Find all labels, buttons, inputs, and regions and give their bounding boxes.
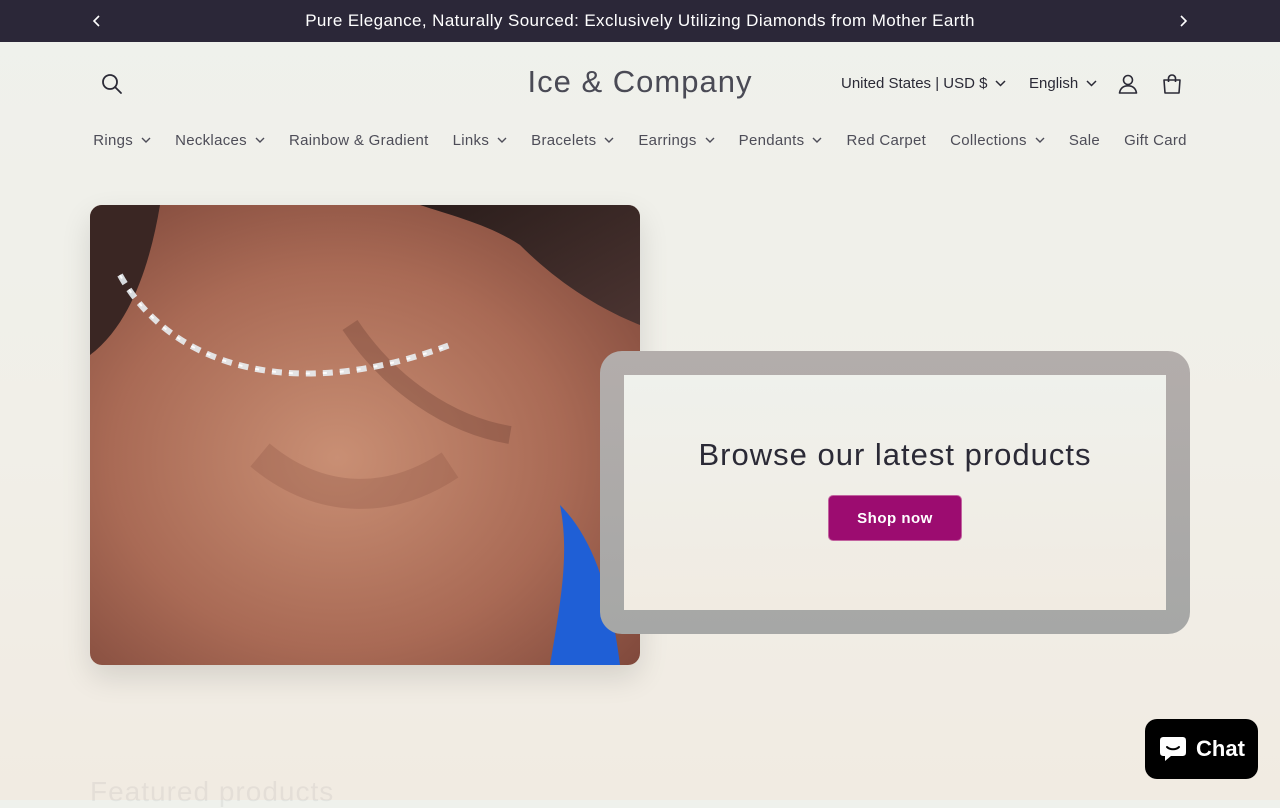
nav-item-label: Rainbow & Gradient [288, 131, 429, 149]
nav-item-necklaces[interactable]: Necklaces [175, 132, 265, 149]
country-selector[interactable]: United States | USD $ [841, 75, 1006, 92]
nav-item-label: Sale [1068, 131, 1101, 149]
store-logo[interactable]: Ice & Company [440, 64, 840, 100]
chevron-down-icon [812, 137, 822, 143]
bag-icon [1163, 74, 1181, 94]
chevron-down-icon [1035, 137, 1045, 143]
chevron-down-icon [995, 80, 1006, 87]
chevron-left-icon [92, 15, 100, 27]
shop-now-button[interactable]: Shop now [828, 495, 962, 541]
featured-products-heading: Featured products [90, 776, 335, 807]
nav-item-label: Pendants [738, 131, 805, 149]
nav-item-label: Rings [93, 131, 134, 149]
announcement-text: Pure Elegance, Naturally Sourced: Exclus… [305, 11, 975, 30]
nav-item-red-carpet[interactable]: Red Carpet [846, 132, 926, 149]
nav-item-gift-card[interactable]: Gift Card [1124, 132, 1187, 149]
chevron-right-icon [1180, 15, 1188, 27]
chevron-down-icon [497, 137, 507, 143]
hero-heading: Browse our latest products [698, 437, 1092, 472]
nav-item-label: Gift Card [1124, 131, 1187, 149]
nav-item-label: Bracelets [531, 131, 597, 149]
hero-content-inner: Browse our latest products Shop now [624, 375, 1166, 610]
nav-item-sale[interactable]: Sale [1069, 132, 1100, 149]
nav-item-rainbow-gradient[interactable]: Rainbow & Gradient [289, 132, 429, 149]
chevron-down-icon [1086, 80, 1097, 87]
nav-item-label: Earrings [638, 131, 697, 149]
announcement-bar: Pure Elegance, Naturally Sourced: Exclus… [0, 0, 1280, 42]
chevron-down-icon [705, 137, 715, 143]
hero-content-card: Browse our latest products Shop now [600, 351, 1190, 634]
nav-item-bracelets[interactable]: Bracelets [531, 132, 614, 149]
search-icon [102, 74, 122, 94]
announcement-next-button[interactable] [1173, 11, 1193, 31]
site-header: Ice & Company United States | USD $ Engl… [0, 42, 1280, 126]
nav-item-label: Red Carpet [846, 131, 927, 149]
chevron-down-icon [141, 137, 151, 143]
user-icon [1118, 74, 1138, 94]
announcement-prev-button[interactable] [87, 11, 107, 31]
nav-item-pendants[interactable]: Pendants [739, 132, 823, 149]
hero-image [90, 205, 640, 665]
nav-item-earrings[interactable]: Earrings [638, 131, 715, 149]
nav-item-label: Links [452, 131, 490, 149]
chevron-down-icon [604, 137, 614, 143]
country-selector-label: United States | USD $ [841, 75, 988, 92]
necklace-photo [90, 205, 640, 665]
account-button[interactable] [1110, 66, 1146, 102]
nav-item-links[interactable]: Links [453, 132, 508, 149]
language-selector[interactable]: English [1029, 75, 1097, 92]
search-button[interactable] [94, 66, 130, 102]
cart-button[interactable] [1154, 66, 1190, 102]
main-navigation: Rings Necklaces Rainbow & Gradient Links… [0, 126, 1280, 154]
chat-button[interactable]: Chat [1145, 719, 1258, 779]
nav-item-label: Necklaces [175, 131, 247, 149]
chat-label: Chat [1196, 736, 1245, 761]
nav-item-rings[interactable]: Rings [93, 132, 151, 149]
chat-bubble-icon [1160, 737, 1187, 761]
chevron-down-icon [255, 137, 265, 143]
nav-item-label: Collections [950, 131, 1027, 149]
nav-item-collections[interactable]: Collections [950, 132, 1045, 149]
language-selector-label: English [1029, 75, 1079, 92]
